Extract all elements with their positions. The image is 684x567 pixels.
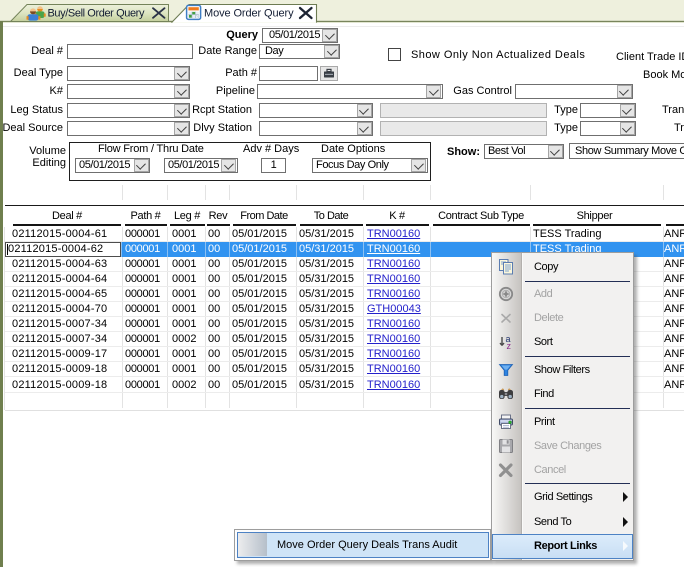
svg-text:Buy/Sell Order Query: Buy/Sell Order Query: [48, 8, 145, 20]
svg-text:z: z: [507, 341, 512, 350]
svg-text:Move Order Query: Move Order Query: [204, 8, 294, 20]
